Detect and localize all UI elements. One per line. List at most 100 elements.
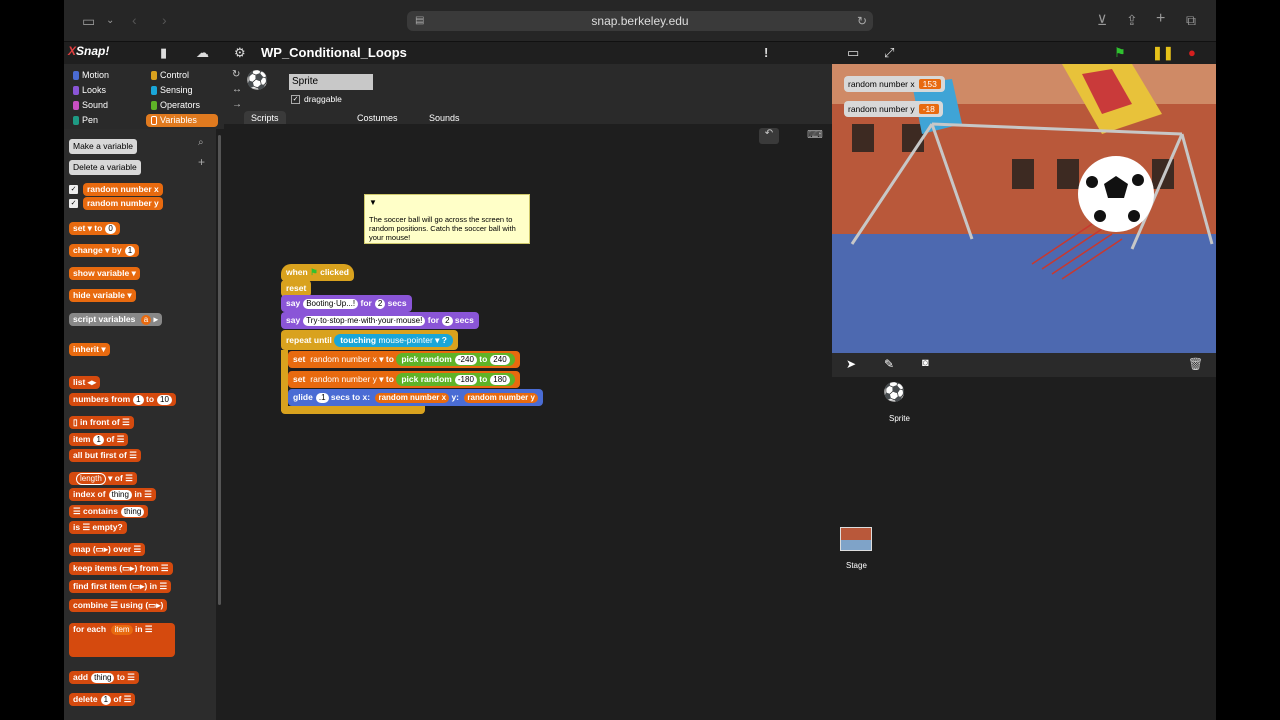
trash-icon[interactable]: 🗑 bbox=[1188, 357, 1203, 371]
set-variable-block[interactable]: set random number y ▾ to pick random -180 … bbox=[288, 371, 520, 388]
hide-variable-block[interactable]: hide variable ▾ bbox=[69, 289, 136, 302]
delete-variable-button[interactable]: Delete a variable bbox=[69, 160, 141, 175]
block-slot[interactable]: 1 bbox=[124, 246, 136, 256]
block-slot[interactable]: 2 bbox=[374, 299, 386, 309]
flip-style-icon[interactable]: ↔ bbox=[232, 84, 242, 95]
palette-scrollbar[interactable] bbox=[216, 129, 224, 720]
snap-logo[interactable]: XSnap! bbox=[68, 44, 109, 62]
repeat-until-block[interactable]: repeat until touching mouse-pointer ▾ ? bbox=[281, 330, 458, 350]
stage-thumbnail[interactable] bbox=[840, 527, 872, 551]
in-front-of-block[interactable]: ▯ in front of ☰ bbox=[69, 416, 134, 429]
block-slot[interactable]: 0 bbox=[105, 224, 116, 234]
tab-overview-icon[interactable]: ⧉ bbox=[1186, 13, 1196, 27]
pause-icon[interactable]: ❚❚ bbox=[1152, 45, 1174, 61]
no-rotate-icon[interactable]: → bbox=[232, 99, 242, 110]
file-icon[interactable]: ▮ bbox=[160, 45, 167, 61]
variable-watcher[interactable]: random number x 153 bbox=[844, 76, 945, 92]
combine-block[interactable]: combine ☰ using (▭▸) bbox=[69, 599, 168, 612]
variable-watcher[interactable]: random number y -18 bbox=[844, 101, 943, 117]
block-slot[interactable]: Booting·Up...! bbox=[303, 299, 359, 309]
tab-scripts[interactable]: Scripts bbox=[244, 111, 286, 125]
category-motion[interactable]: Motion bbox=[68, 69, 140, 82]
block-slot[interactable]: 1 bbox=[100, 695, 112, 705]
turtle-icon[interactable]: ➤ bbox=[846, 357, 856, 371]
contains-block[interactable]: ☰ contains thing bbox=[69, 505, 149, 518]
checkbox[interactable]: ✓ bbox=[69, 185, 78, 194]
block-slot[interactable]: 1 bbox=[133, 395, 144, 405]
scrollbar-thumb[interactable] bbox=[218, 135, 221, 605]
keyboard-icon[interactable]: ⌨ bbox=[807, 128, 823, 141]
stage-size-icon[interactable]: ▭ bbox=[847, 45, 859, 61]
block-slot[interactable]: 1 bbox=[93, 435, 104, 445]
index-of-block[interactable]: index of thing in ☰ bbox=[69, 488, 156, 501]
cloud-icon[interactable]: ☁ bbox=[196, 45, 209, 61]
camera-icon[interactable]: ◙ bbox=[922, 357, 929, 369]
pick-random-block[interactable]: pick random -240 to 240 bbox=[396, 353, 515, 366]
sprite-name-field[interactable]: Sprite bbox=[289, 74, 373, 90]
reload-icon[interactable]: ↻ bbox=[857, 11, 867, 31]
find-first-item-block[interactable]: find first item (▭▸) in ☰ bbox=[69, 580, 172, 593]
block-slot[interactable]: .1 bbox=[315, 393, 329, 403]
add-block-icon[interactable]: + bbox=[198, 155, 205, 169]
scripts-area[interactable]: ↶ ⌨ ▼ The soccer ball will go across the… bbox=[224, 124, 832, 720]
when-flag-clicked-block[interactable]: when ⚑ clicked bbox=[281, 264, 354, 281]
stop-icon[interactable]: ● bbox=[1188, 45, 1196, 61]
category-control[interactable]: Control bbox=[146, 69, 218, 82]
share-icon[interactable]: ⇪ bbox=[1126, 13, 1138, 27]
block-slot[interactable]: -180 bbox=[454, 375, 477, 385]
category-looks[interactable]: Looks bbox=[68, 84, 140, 97]
category-operators[interactable]: Operators bbox=[146, 99, 218, 112]
checkbox[interactable]: ✓ bbox=[69, 199, 78, 208]
page-settings-icon[interactable]: ▤ bbox=[415, 11, 424, 31]
glide-block[interactable]: glide .1 secs to x: random number x y: ra… bbox=[288, 389, 543, 406]
block-slot[interactable]: 180 bbox=[490, 375, 510, 385]
set-block[interactable]: set ▾ to 0 bbox=[69, 222, 120, 235]
say-for-secs-block[interactable]: say Try·to·stop·me·with·your·mouse! for 2 … bbox=[281, 312, 479, 329]
paintbrush-icon[interactable]: ✎ bbox=[884, 357, 894, 371]
numbers-from-block[interactable]: numbers from 1 to 10 bbox=[69, 393, 176, 406]
block-slot[interactable]: length bbox=[76, 473, 106, 485]
keep-items-block[interactable]: keep items (▭▸) from ☰ bbox=[69, 562, 173, 575]
block-slot[interactable]: random number x bbox=[310, 354, 377, 364]
chevron-down-icon[interactable]: ⌄ bbox=[106, 14, 114, 28]
category-sensing[interactable]: Sensing bbox=[146, 84, 218, 97]
forward-icon[interactable]: › bbox=[162, 13, 167, 27]
block-slot[interactable]: 240 bbox=[490, 355, 510, 365]
collapse-triangle-icon[interactable]: ▼ bbox=[369, 198, 377, 207]
inherit-block[interactable]: inherit ▾ bbox=[69, 343, 110, 356]
script-comment[interactable]: ▼ The soccer ball will go across the scr… bbox=[364, 194, 530, 244]
item-of-block[interactable]: item 1 of ☰ bbox=[69, 433, 129, 446]
block-slot[interactable]: mouse-pointer bbox=[378, 335, 432, 345]
download-icon[interactable]: ⊻ bbox=[1097, 13, 1107, 27]
undo-icon[interactable]: ↶ bbox=[759, 128, 779, 144]
block-slot[interactable]: thing bbox=[108, 490, 132, 500]
add-block[interactable]: add thing to ☰ bbox=[69, 671, 139, 684]
category-pen[interactable]: Pen bbox=[68, 114, 140, 127]
pick-random-block[interactable]: pick random -180 to 180 bbox=[396, 373, 515, 386]
draggable-checkbox[interactable]: ✓ bbox=[291, 95, 300, 104]
block-slot[interactable]: Try·to·stop·me·with·your·mouse! bbox=[303, 316, 426, 326]
block-slot[interactable]: random number y bbox=[310, 374, 377, 384]
category-sound[interactable]: Sound bbox=[68, 99, 140, 112]
for-each-block[interactable]: for each item in ☰ bbox=[69, 623, 175, 657]
stage[interactable]: random number x 153 random number y -18 bbox=[832, 64, 1216, 353]
delete-block[interactable]: delete 1 of ☰ bbox=[69, 693, 136, 706]
all-but-first-block[interactable]: all but first of ☰ bbox=[69, 449, 141, 462]
category-variables[interactable]: Variables bbox=[146, 114, 218, 127]
is-empty-block[interactable]: is ☰ empty? bbox=[69, 521, 127, 534]
variable-block[interactable]: random number x bbox=[83, 183, 163, 196]
fullscreen-icon[interactable]: ⤢ bbox=[884, 45, 894, 61]
address-bar[interactable]: ▤ snap.berkeley.edu ↻ bbox=[407, 11, 873, 31]
back-icon[interactable]: ‹ bbox=[132, 13, 137, 27]
tab-sounds[interactable]: Sounds bbox=[422, 111, 467, 125]
block-slot[interactable]: random number y bbox=[464, 393, 538, 403]
show-variable-block[interactable]: show variable ▾ bbox=[69, 267, 140, 280]
tab-costumes[interactable]: Costumes bbox=[350, 111, 405, 125]
keyboard-entry-icon[interactable]: ! bbox=[764, 45, 768, 61]
block-slot[interactable]: random number x bbox=[375, 393, 450, 403]
make-variable-button[interactable]: Make a variable bbox=[69, 139, 138, 154]
search-icon[interactable]: ⌕ bbox=[198, 137, 204, 148]
block-slot[interactable]: thing bbox=[120, 507, 145, 517]
touching-block[interactable]: touching mouse-pointer ▾ ? bbox=[334, 334, 453, 347]
green-flag-icon[interactable]: ⚑ bbox=[1114, 45, 1126, 61]
